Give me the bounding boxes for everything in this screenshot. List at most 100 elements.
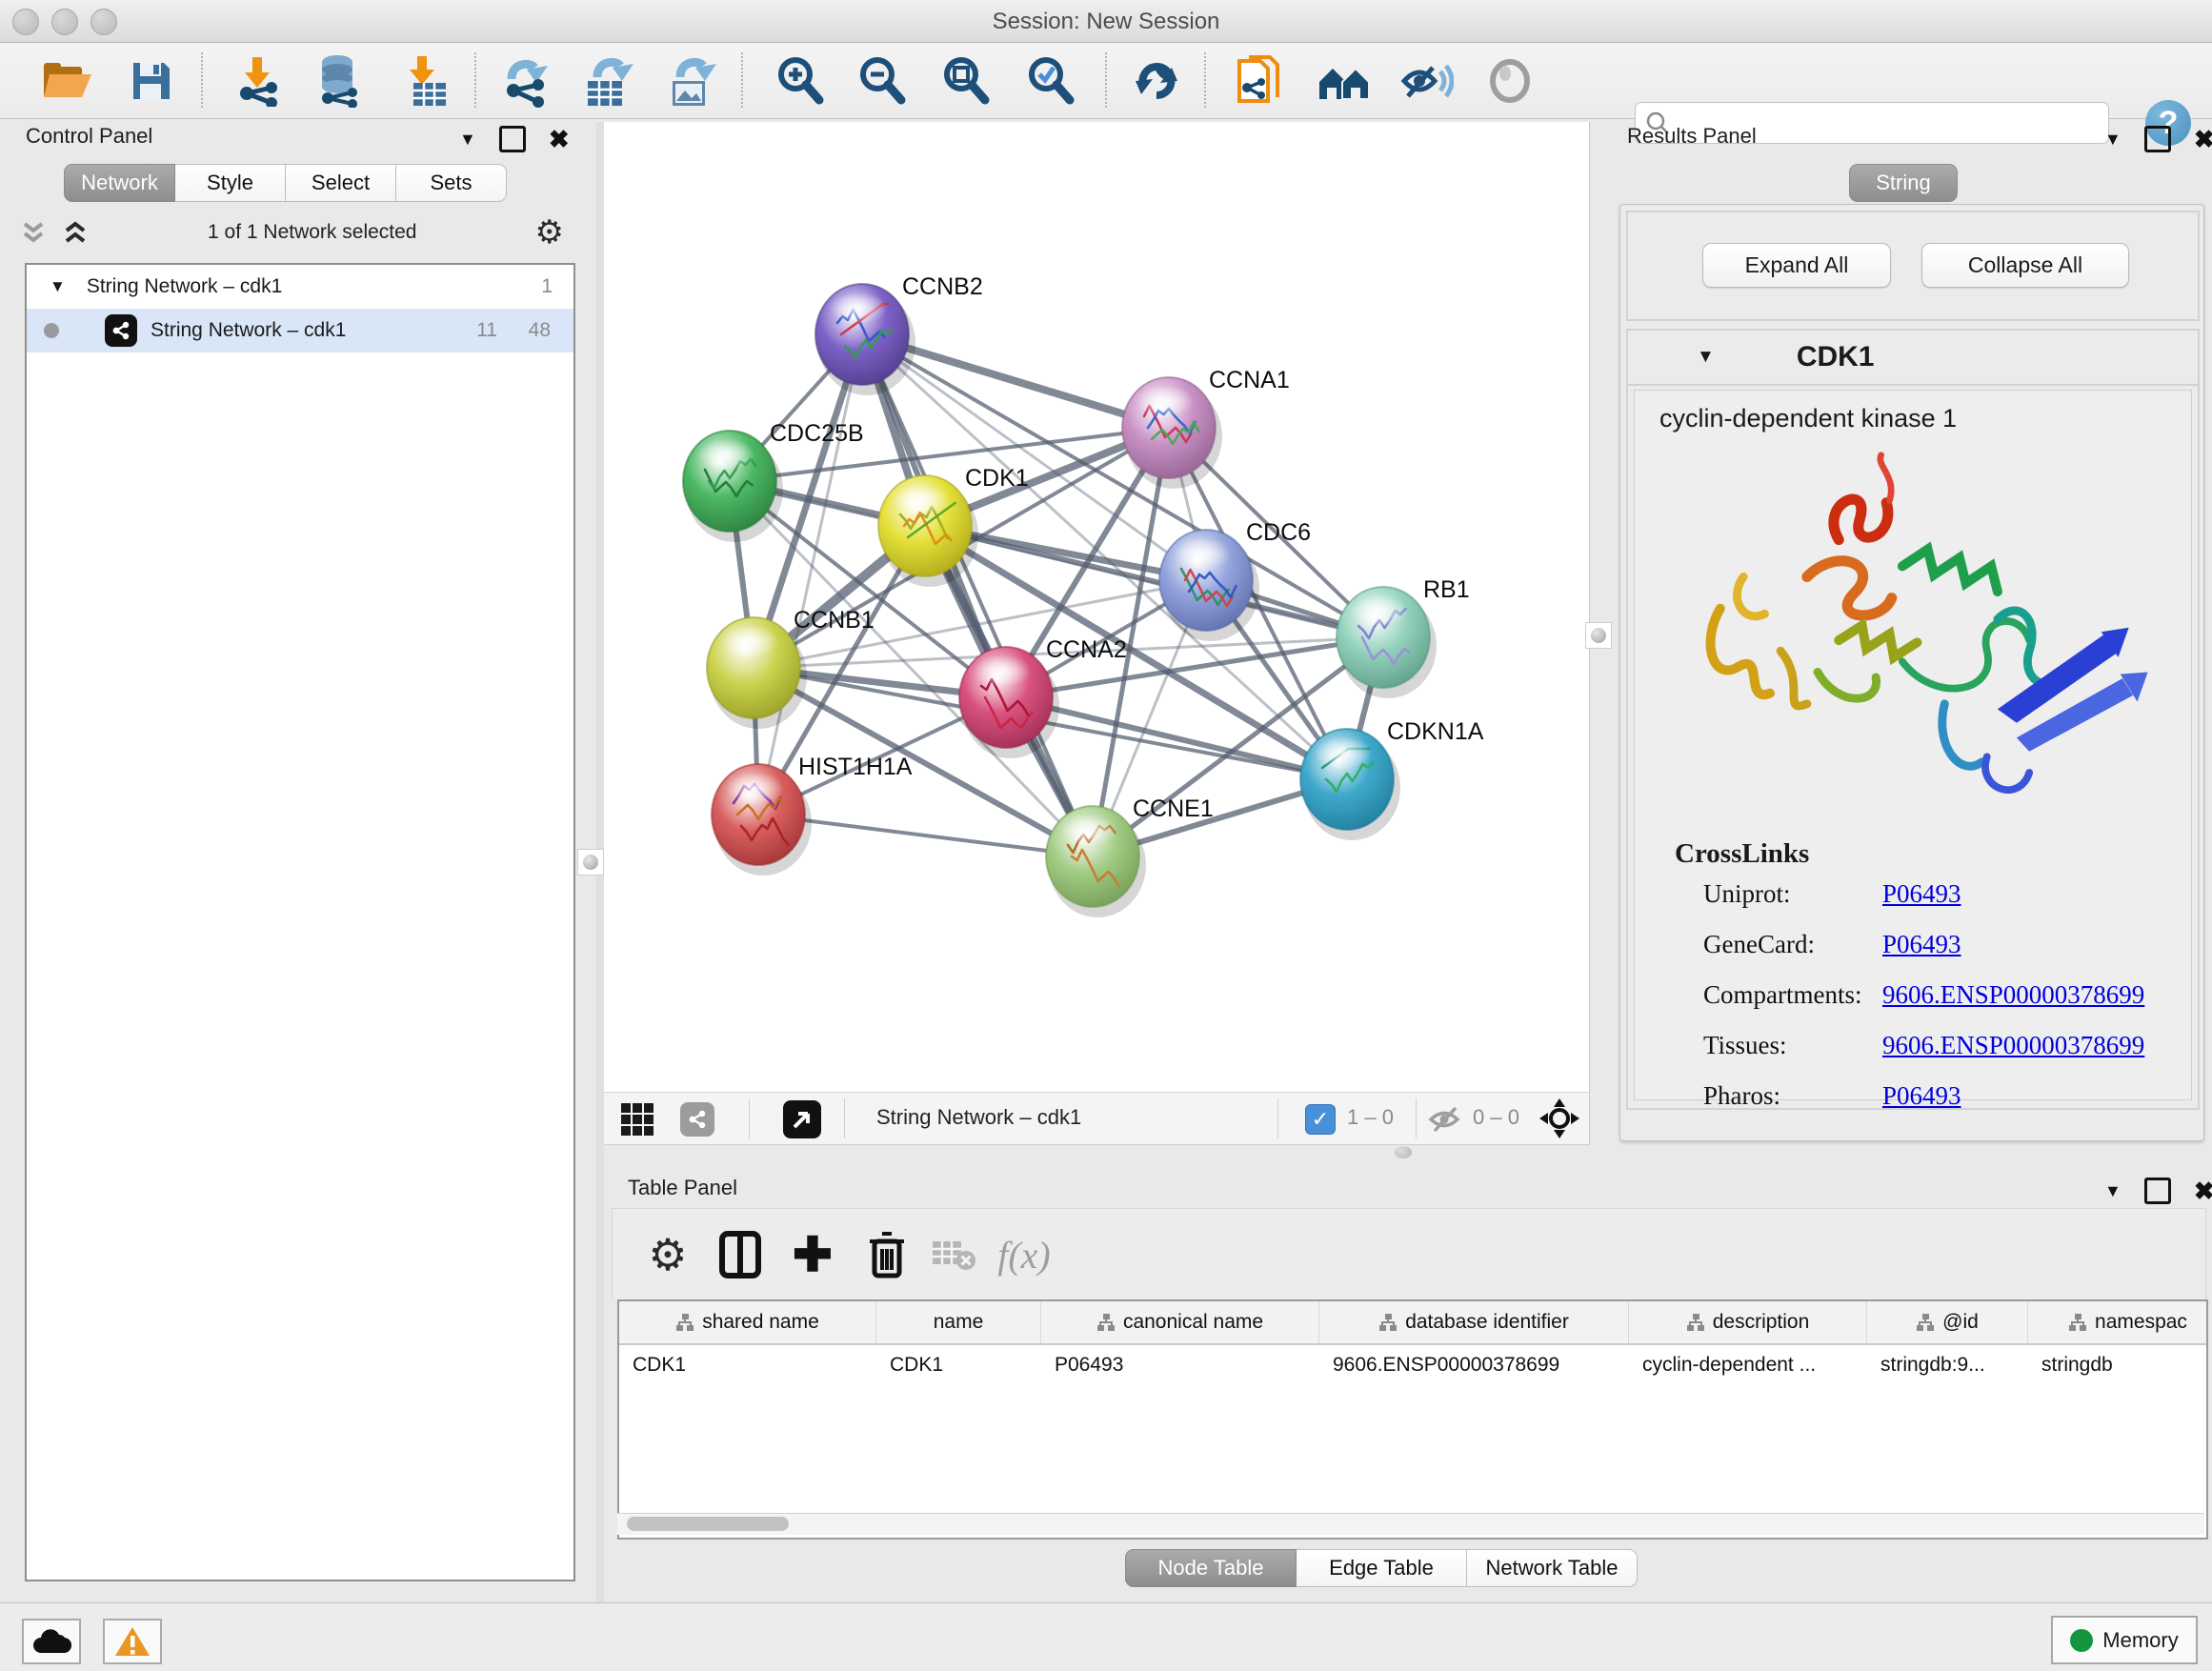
close-panel-icon[interactable]: ✖ [2194, 129, 2212, 150]
scrollbar-thumb[interactable] [627, 1517, 789, 1531]
column-header-namespac[interactable]: namespac [2028, 1301, 2208, 1343]
zoom-out-button[interactable] [855, 53, 910, 109]
import-network-button[interactable] [231, 53, 286, 109]
houses-icon [1316, 59, 1371, 103]
column-header-description[interactable]: description [1629, 1301, 1867, 1343]
warning-triangle-icon [113, 1625, 151, 1658]
table-panel-title: Table Panel [628, 1176, 737, 1200]
save-session-button[interactable] [124, 53, 179, 109]
table-cell[interactable]: 9606.ENSP00000378699 [1319, 1345, 1629, 1385]
zoom-selected-button[interactable] [1023, 53, 1078, 109]
column-header-@id[interactable]: @id [1867, 1301, 2028, 1343]
close-panel-icon[interactable]: ✖ [2194, 1180, 2212, 1201]
delete-column-icon[interactable] [858, 1226, 915, 1283]
section-expander-icon[interactable]: ▼ [1697, 347, 1715, 368]
import-network-icon [233, 55, 283, 107]
network-row[interactable]: String Network – cdk1 11 48 [27, 309, 573, 352]
table-cell[interactable]: CDK1 [876, 1345, 1041, 1385]
apply-layout-button[interactable] [1129, 53, 1184, 109]
network-canvas[interactable]: CCNB2CCNA1CDC25BCDK1CDC6RB1CCNB1CCNA2CDK… [604, 122, 1590, 1092]
hidden-eye-slash-icon[interactable] [1427, 1105, 1465, 1134]
crosslinks-list: Uniprot:P06493GeneCard:P06493Compartment… [1635, 879, 2191, 1132]
cloud-status-button[interactable] [22, 1619, 81, 1664]
tab-edge-table[interactable]: Edge Table [1296, 1549, 1467, 1587]
table-horizontal-scrollbar[interactable] [617, 1513, 2204, 1535]
table-cell[interactable]: cyclin-dependent ... [1629, 1345, 1867, 1385]
highlight-button[interactable] [1482, 53, 1538, 109]
float-panel-icon[interactable] [2144, 1178, 2171, 1204]
network-graph[interactable]: CCNB2CCNA1CDC25BCDK1CDC6RB1CCNB1CCNA2CDK… [604, 122, 1589, 1092]
expand-all-button[interactable]: Expand All [1702, 243, 1891, 288]
node-label-CDKN1A: CDKN1A [1387, 718, 1484, 745]
grid-view-icon[interactable] [621, 1103, 654, 1136]
gene-description: cyclin-dependent kinase 1 [1659, 404, 2191, 433]
crosslink-link[interactable]: P06493 [1882, 879, 1961, 909]
crosslink-link[interactable]: 9606.ENSP00000378699 [1882, 1031, 2144, 1060]
tab-network-table[interactable]: Network Table [1466, 1549, 1638, 1587]
export-image-button[interactable] [662, 53, 717, 109]
import-network-from-database-button[interactable] [311, 53, 366, 109]
export-network-button[interactable] [496, 53, 552, 109]
left-splitter-handle[interactable] [577, 849, 604, 876]
open-session-button[interactable] [40, 53, 95, 109]
fit-content-crosshair-icon[interactable] [1539, 1098, 1579, 1138]
selected-checkbox-icon[interactable]: ✓ [1305, 1104, 1336, 1135]
warnings-button[interactable] [103, 1619, 162, 1664]
clone-network-button[interactable] [1231, 53, 1286, 109]
float-panel-icon[interactable] [2144, 126, 2171, 152]
collection-count: 1 [541, 275, 553, 298]
first-neighbors-button[interactable] [1316, 53, 1371, 109]
horizontal-splitter-handle[interactable] [1395, 1146, 1412, 1158]
collapse-all-button[interactable]: Collapse All [1921, 243, 2129, 288]
panel-menu-icon[interactable]: ▼ [2104, 1181, 2122, 1201]
column-header-shared-name[interactable]: shared name [619, 1301, 876, 1343]
collapse-all-networks-icon[interactable] [19, 218, 48, 247]
column-header-database-identifier[interactable]: database identifier [1319, 1301, 1629, 1343]
cloud-icon [31, 1628, 71, 1655]
crosslink-link[interactable]: P06493 [1882, 930, 1961, 959]
toolbar-separator [1105, 52, 1107, 108]
network-options-gear-icon[interactable]: ⚙ [535, 213, 564, 252]
birdseye-view-icon[interactable] [783, 1100, 821, 1138]
gene-section-header[interactable]: ▼ CDK1 [1628, 331, 2198, 386]
export-table-button[interactable] [579, 53, 634, 109]
network-view-share-icon[interactable] [680, 1102, 714, 1137]
zoom-fit-button[interactable] [938, 53, 994, 109]
table-cell[interactable]: CDK1 [619, 1345, 876, 1385]
tab-style[interactable]: Style [174, 164, 286, 202]
table-options-gear-icon[interactable]: ⚙ [639, 1226, 696, 1283]
float-panel-icon[interactable] [499, 126, 526, 152]
function-builder-icon[interactable]: f(x) [995, 1226, 1053, 1283]
toolbar-separator [474, 52, 476, 108]
panel-menu-icon[interactable]: ▼ [459, 130, 476, 150]
crosslink-link[interactable]: 9606.ENSP00000378699 [1882, 980, 2144, 1010]
close-panel-icon[interactable]: ✖ [549, 129, 570, 150]
tab-string[interactable]: String [1849, 164, 1958, 202]
table-cell[interactable]: stringdb [2028, 1345, 2208, 1385]
node-label-CDC25B: CDC25B [770, 420, 864, 447]
expand-all-networks-icon[interactable] [61, 218, 90, 247]
create-column-icon[interactable]: ✚ [784, 1226, 841, 1283]
crosslink-link[interactable]: P06493 [1882, 1081, 1961, 1111]
netbar-separator [749, 1098, 750, 1138]
right-splitter-handle[interactable] [1585, 622, 1612, 649]
tab-network[interactable]: Network [64, 164, 175, 202]
column-header-canonical-name[interactable]: canonical name [1041, 1301, 1319, 1343]
table-cell[interactable]: P06493 [1041, 1345, 1319, 1385]
table-row[interactable]: CDK1CDK1P064939606.ENSP00000378699cyclin… [619, 1345, 2206, 1385]
collection-expander-icon[interactable]: ▼ [50, 277, 66, 296]
tab-select[interactable]: Select [285, 164, 396, 202]
tab-node-table[interactable]: Node Table [1125, 1549, 1297, 1587]
delete-table-icon[interactable] [925, 1226, 982, 1283]
column-header-name[interactable]: name [876, 1301, 1041, 1343]
tab-sets[interactable]: Sets [395, 164, 507, 202]
zoom-in-button[interactable] [773, 53, 828, 109]
hierarchy-icon [675, 1313, 694, 1332]
memory-button[interactable]: Memory [2051, 1616, 2198, 1664]
panel-menu-icon[interactable]: ▼ [2104, 130, 2122, 150]
import-table-button[interactable] [397, 53, 452, 109]
network-collection-row[interactable]: ▼ String Network – cdk1 1 [27, 265, 573, 309]
table-cell[interactable]: stringdb:9... [1867, 1345, 2028, 1385]
show-columns-icon[interactable] [712, 1226, 769, 1283]
hide-selected-button[interactable] [1399, 53, 1455, 109]
